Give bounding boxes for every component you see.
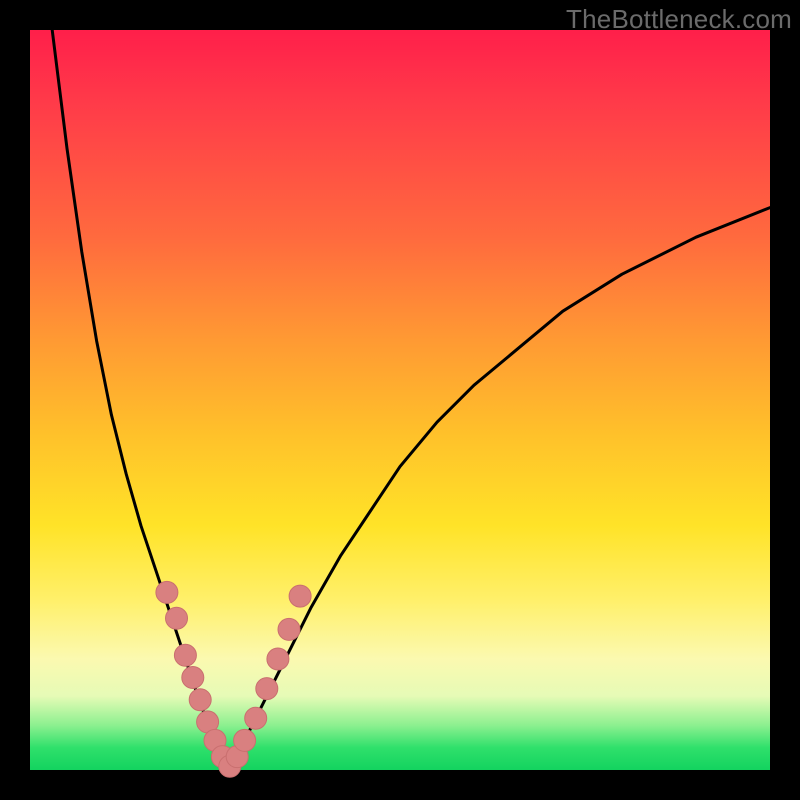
data-dots: [156, 581, 311, 777]
data-dot: [156, 581, 178, 603]
data-dot: [267, 648, 289, 670]
data-dot: [166, 607, 188, 629]
curve-path: [52, 30, 770, 770]
data-dot: [256, 678, 278, 700]
data-dot: [174, 644, 196, 666]
chart-frame: TheBottleneck.com: [0, 0, 800, 800]
data-dot: [182, 667, 204, 689]
data-dot: [278, 618, 300, 640]
bottleneck-curve: [52, 30, 770, 770]
watermark-text: TheBottleneck.com: [566, 4, 792, 35]
data-dot: [289, 585, 311, 607]
data-dot: [234, 729, 256, 751]
chart-overlay: [30, 30, 770, 770]
data-dot: [245, 707, 267, 729]
data-dot: [189, 689, 211, 711]
